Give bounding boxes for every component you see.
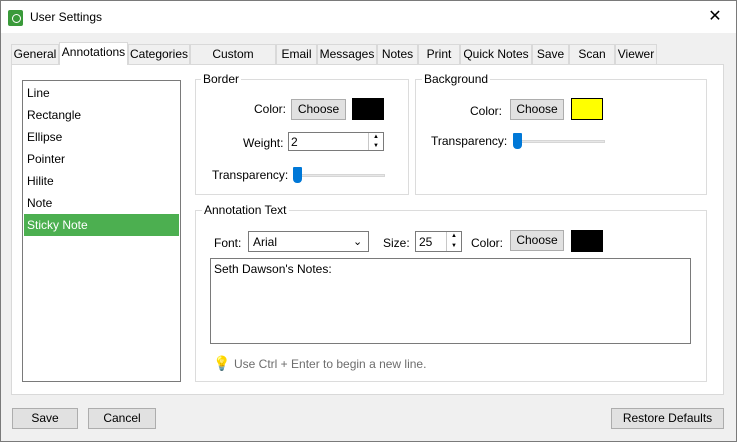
tab-print[interactable]: Print <box>418 44 460 64</box>
border-color-swatch <box>352 98 384 120</box>
app-icon <box>8 10 23 26</box>
spin-up-icon[interactable]: ▲ <box>369 133 383 142</box>
size-spin[interactable]: ▲ ▼ <box>446 232 461 251</box>
background-transparency-thumb[interactable] <box>513 133 522 149</box>
tab-categories[interactable]: Categories <box>128 44 190 64</box>
spin-down-icon[interactable]: ▼ <box>447 242 461 252</box>
tab-save[interactable]: Save <box>532 44 569 64</box>
lightbulb-icon: 💡 <box>213 355 231 371</box>
font-select[interactable]: Arial ⌄ <box>248 231 369 252</box>
font-label: Font: <box>214 236 242 250</box>
spin-down-icon[interactable]: ▼ <box>369 142 383 151</box>
tab-scan[interactable]: Scan <box>569 44 615 64</box>
spin-up-icon[interactable]: ▲ <box>447 232 461 242</box>
border-transparency-slider[interactable] <box>293 174 385 177</box>
text-choose-button[interactable]: Choose <box>510 230 564 251</box>
restore-defaults-button[interactable]: Restore Defaults <box>611 408 724 429</box>
background-color-swatch <box>571 98 603 120</box>
background-group-label: Background <box>422 72 491 86</box>
list-item-rectangle[interactable]: Rectangle <box>24 104 179 126</box>
annotation-type-list[interactable]: Line Rectangle Ellipse Pointer Hilite No… <box>22 80 181 382</box>
background-transparency-label: Transparency: <box>431 134 508 148</box>
tab-messages[interactable]: Messages <box>317 44 377 64</box>
annotation-text-area[interactable]: Seth Dawson's Notes: <box>210 258 691 344</box>
border-transparency-label: Transparency: <box>212 168 289 182</box>
chevron-down-icon[interactable]: ⌄ <box>353 235 362 248</box>
list-item-sticky-note[interactable]: Sticky Note <box>24 214 179 236</box>
border-choose-button[interactable]: Choose <box>291 99 346 120</box>
list-item-ellipse[interactable]: Ellipse <box>24 126 179 148</box>
list-item-line[interactable]: Line <box>24 82 179 104</box>
tab-annotations[interactable]: Annotations <box>59 42 128 65</box>
font-value: Arial <box>253 235 278 249</box>
list-item-note[interactable]: Note <box>24 192 179 214</box>
border-weight-stepper[interactable]: 2 ▲ ▼ <box>288 132 384 151</box>
tab-email[interactable]: Email <box>276 44 317 64</box>
window-title: User Settings <box>30 10 103 24</box>
tab-viewer[interactable]: Viewer <box>615 44 657 64</box>
annotation-text-group-label: Annotation Text <box>202 203 289 217</box>
list-item-hilite[interactable]: Hilite <box>24 170 179 192</box>
text-color-label: Color: <box>471 236 504 250</box>
annotation-text-value: Seth Dawson's Notes: <box>214 262 332 276</box>
list-item-pointer[interactable]: Pointer <box>24 148 179 170</box>
cancel-button[interactable]: Cancel <box>88 408 156 429</box>
tab-quick-notes[interactable]: Quick Notes <box>460 44 532 64</box>
border-group-label: Border <box>201 72 242 86</box>
tab-custom-stamps[interactable]: Custom Stamps <box>190 44 276 80</box>
tab-notes[interactable]: Notes <box>377 44 418 64</box>
background-choose-button[interactable]: Choose <box>510 99 564 120</box>
size-stepper[interactable]: 25 ▲ ▼ <box>415 231 462 252</box>
save-button[interactable]: Save <box>12 408 78 429</box>
border-color-label: Color: <box>254 102 287 116</box>
background-color-label: Color: <box>470 104 503 118</box>
title-bar: User Settings ✕ <box>1 1 736 33</box>
hint-text: Use Ctrl + Enter to begin a new line. <box>234 357 427 371</box>
border-weight-label: Weight: <box>243 136 284 150</box>
text-color-swatch <box>571 230 603 252</box>
size-value: 25 <box>419 235 433 249</box>
border-weight-spin[interactable]: ▲ ▼ <box>368 133 383 150</box>
tab-general[interactable]: General <box>11 44 59 64</box>
size-label: Size: <box>383 236 410 250</box>
background-transparency-slider[interactable] <box>513 140 605 143</box>
close-icon[interactable]: ✕ <box>704 6 726 28</box>
border-weight-value: 2 <box>291 135 298 149</box>
border-transparency-thumb[interactable] <box>293 167 302 183</box>
